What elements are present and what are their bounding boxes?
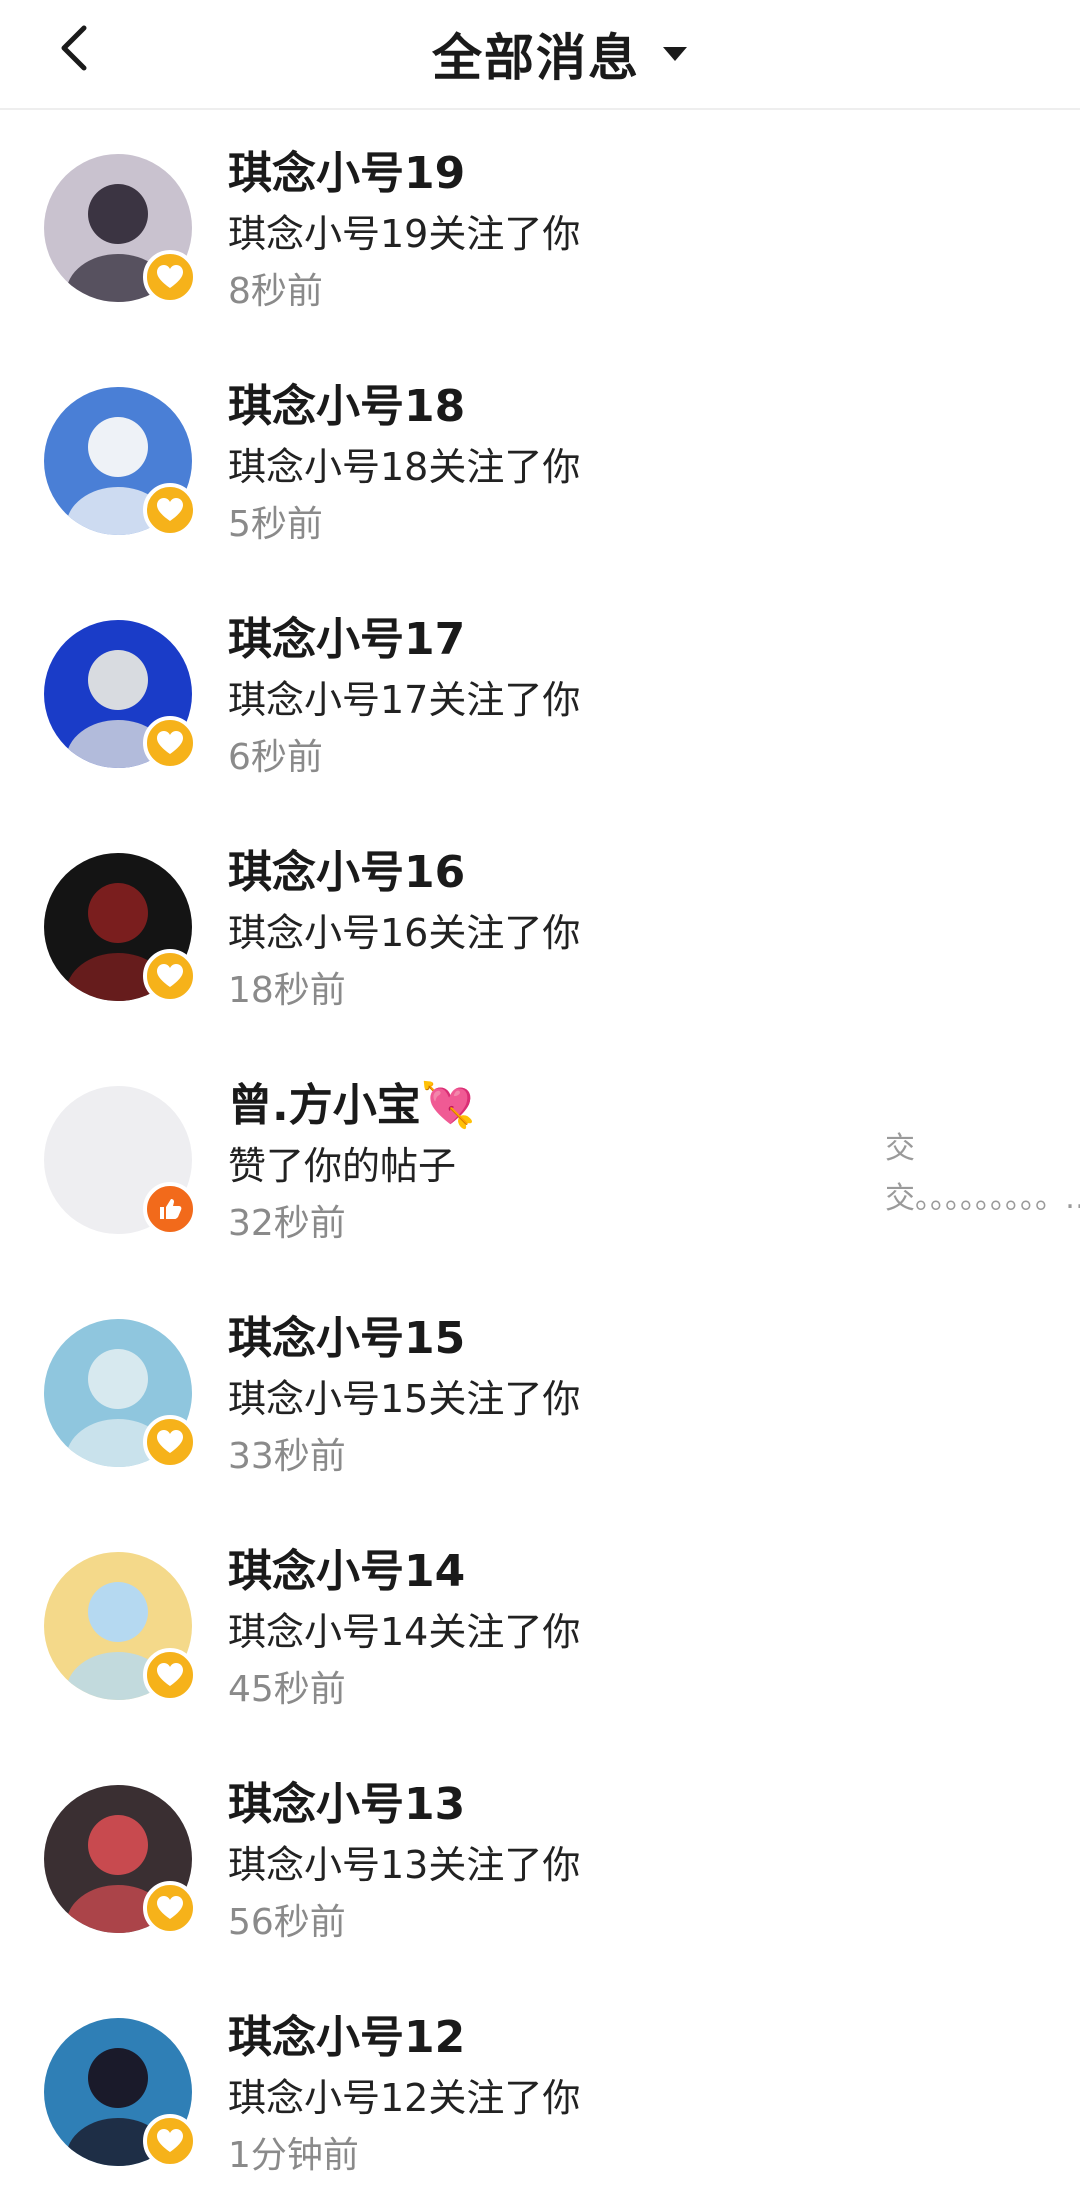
notification-item[interactable]: 曾.方小宝💘 赞了你的帖子 32秒前 交交。。。。。。。。。… [0, 1042, 1080, 1275]
timestamp: 8秒前 [228, 271, 323, 312]
notification-item[interactable]: 琪念小号12 琪念小号12关注了你 1分钟前 [0, 1974, 1080, 2207]
notification-text: 琪念小号13 琪念小号13关注了你 56秒前 [228, 1773, 580, 1953]
timestamp: 6秒前 [228, 737, 323, 778]
caret-down-icon [663, 47, 687, 61]
notification-text: 琪念小号16 琪念小号16关注了你 18秒前 [228, 841, 580, 1021]
heart-badge-icon [143, 1648, 197, 1702]
timestamp: 32秒前 [228, 1203, 346, 1244]
user-name[interactable]: 琪念小号16 [228, 841, 580, 905]
notification-action: 琪念小号16关注了你 [228, 911, 581, 955]
heart-badge-icon [143, 949, 197, 1003]
notification-item[interactable]: 琪念小号16 琪念小号16关注了你 18秒前 [0, 809, 1080, 1042]
notification-action: 琪念小号19关注了你 [228, 212, 581, 256]
notification-item[interactable]: 琪念小号18 琪念小号18关注了你 5秒前 [0, 343, 1080, 576]
user-name[interactable]: 琪念小号12 [228, 2006, 580, 2070]
timestamp: 56秒前 [228, 1902, 346, 1943]
timestamp: 33秒前 [228, 1436, 346, 1477]
user-name[interactable]: 琪念小号19 [228, 142, 580, 206]
notification-text: 琪念小号12 琪念小号12关注了你 1分钟前 [228, 2006, 580, 2186]
user-name[interactable]: 琪念小号18 [228, 375, 580, 439]
heart-badge-icon [143, 483, 197, 537]
notification-text: 琪念小号17 琪念小号17关注了你 6秒前 [228, 608, 580, 788]
page-title: 全部消息 [432, 29, 640, 87]
notification-action: 琪念小号18关注了你 [228, 445, 581, 489]
header-bar: 全部消息 [0, 0, 1080, 110]
heart-badge-icon [143, 716, 197, 770]
timestamp: 1分钟前 [228, 2135, 359, 2176]
heart-badge-icon [143, 1415, 197, 1469]
notification-action: 琪念小号12关注了你 [228, 2076, 581, 2120]
heart-badge-icon [143, 1881, 197, 1935]
user-name[interactable]: 曾.方小宝💘 [228, 1074, 476, 1138]
notification-item[interactable]: 琪念小号13 琪念小号13关注了你 56秒前 [0, 1741, 1080, 1974]
notification-action: 琪念小号17关注了你 [228, 678, 581, 722]
back-button[interactable] [44, 18, 104, 78]
notification-action: 琪念小号15关注了你 [228, 1377, 581, 1421]
notification-action: 琪念小号14关注了你 [228, 1610, 581, 1654]
notification-list: 琪念小号19 琪念小号19关注了你 8秒前 琪念小号18 琪念小号18关注了你 5秒前 琪念… [0, 110, 1080, 2207]
timestamp: 45秒前 [228, 1669, 346, 1710]
notification-text: 琪念小号15 琪念小号15关注了你 33秒前 [228, 1307, 580, 1487]
notification-action: 琪念小号13关注了你 [228, 1843, 581, 1887]
user-name[interactable]: 琪念小号17 [228, 608, 580, 672]
user-name[interactable]: 琪念小号13 [228, 1773, 580, 1837]
heart-badge-icon [143, 250, 197, 304]
chevron-left-icon [61, 25, 87, 71]
notification-item[interactable]: 琪念小号19 琪念小号19关注了你 8秒前 [0, 110, 1080, 343]
user-name[interactable]: 琪念小号15 [228, 1307, 580, 1371]
timestamp: 5秒前 [228, 504, 323, 545]
notification-text: 曾.方小宝💘 赞了你的帖子 32秒前 [228, 1074, 476, 1254]
heart-badge-icon [143, 2114, 197, 2168]
message-filter-dropdown[interactable]: 全部消息 [432, 18, 688, 90]
like-badge-icon [143, 1182, 197, 1236]
timestamp: 18秒前 [228, 970, 346, 1011]
notification-item[interactable]: 琪念小号15 琪念小号15关注了你 33秒前 [0, 1275, 1080, 1508]
user-name[interactable]: 琪念小号14 [228, 1540, 580, 1604]
notification-text: 琪念小号14 琪念小号14关注了你 45秒前 [228, 1540, 580, 1720]
notification-text: 琪念小号18 琪念小号18关注了你 5秒前 [228, 375, 580, 555]
notification-action: 赞了你的帖子 [228, 1144, 457, 1188]
notification-item[interactable]: 琪念小号14 琪念小号14关注了你 45秒前 [0, 1508, 1080, 1741]
notification-item[interactable]: 琪念小号17 琪念小号17关注了你 6秒前 [0, 576, 1080, 809]
post-preview[interactable]: 交交。。。。。。。。。… [885, 1124, 1080, 1224]
notification-text: 琪念小号19 琪念小号19关注了你 8秒前 [228, 142, 580, 322]
